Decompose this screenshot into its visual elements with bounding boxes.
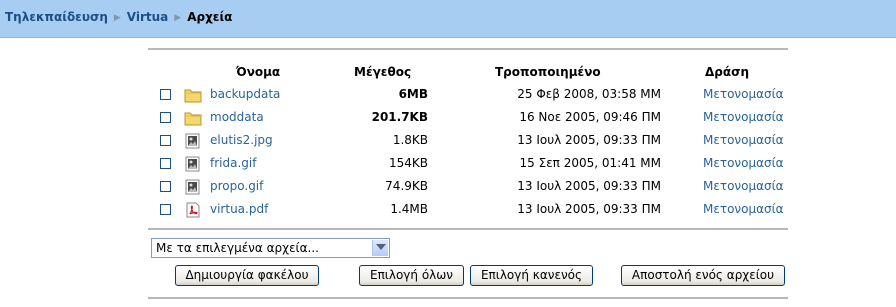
- image-file-icon: [184, 133, 202, 149]
- folder-icon: [184, 87, 202, 103]
- breadcrumb-separator-icon: ▶: [174, 13, 182, 23]
- chevron-down-icon[interactable]: [372, 240, 388, 256]
- bottom-divider: [148, 297, 788, 299]
- table-row: elutis2.jpg 1.8KB 13 Ιουλ 2005, 09:33 ΠΜ Με…: [0, 131, 896, 154]
- breadcrumb-link-site[interactable]: Τηλεκπαίδευση: [5, 10, 108, 24]
- upload-file-button[interactable]: Αποστολή ενός αρχείου: [621, 265, 785, 286]
- file-modified: 16 Νοε 2005, 09:46 ΠΜ: [519, 110, 661, 124]
- folder-icon: [184, 110, 202, 126]
- bottom-table-divider: [148, 228, 788, 230]
- file-name-link[interactable]: backupdata: [210, 87, 280, 101]
- column-header-name: Όνομα: [236, 65, 281, 79]
- table-row: moddata 201.7KB 16 Νοε 2005, 09:46 ΠΜ Μετον…: [0, 108, 896, 131]
- row-checkbox[interactable]: [160, 135, 171, 146]
- row-checkbox[interactable]: [160, 181, 171, 192]
- rename-link[interactable]: Μετονομασία: [703, 133, 784, 147]
- table-row: backupdata 6MB 25 Φεβ 2008, 03:58 ΜΜ Μετονο…: [0, 85, 896, 108]
- navigation-bar: Τηλεκπαίδευση ▶ Virtua ▶ Αρχεία: [0, 0, 896, 38]
- breadcrumb-current: Αρχεία: [187, 10, 233, 24]
- image-file-icon: [184, 156, 202, 172]
- table-row: frida.gif 154KB 15 Σεπ 2005, 01:41 ΜΜ Μετον…: [0, 154, 896, 177]
- table-row: propo.gif 74.9KB 13 Ιουλ 2005, 09:33 ΠΜ Μετ…: [0, 177, 896, 200]
- file-size: 1.4MB: [390, 202, 428, 216]
- breadcrumb-link-course[interactable]: Virtua: [127, 10, 168, 24]
- select-none-button[interactable]: Επιλογή κανενός: [470, 265, 593, 286]
- rename-link[interactable]: Μετονομασία: [703, 179, 784, 193]
- file-size: 74.9KB: [385, 179, 428, 193]
- file-modified: 13 Ιουλ 2005, 09:33 ΠΜ: [517, 133, 661, 147]
- file-modified: 13 Ιουλ 2005, 09:33 ΠΜ: [517, 202, 661, 216]
- pdf-file-icon: [184, 202, 202, 218]
- selected-files-action-select[interactable]: Με τα επιλεγμένα αρχεία...: [151, 238, 390, 258]
- select-value: Με τα επιλεγμένα αρχεία...: [156, 241, 319, 255]
- file-modified: 13 Ιουλ 2005, 09:33 ΠΜ: [517, 179, 661, 193]
- file-size: 154KB: [388, 156, 428, 170]
- file-modified: 25 Φεβ 2008, 03:58 ΜΜ: [517, 87, 661, 101]
- row-checkbox[interactable]: [160, 158, 171, 169]
- rename-link[interactable]: Μετονομασία: [703, 202, 784, 216]
- file-name-link[interactable]: propo.gif: [210, 179, 263, 193]
- row-checkbox[interactable]: [160, 89, 171, 100]
- file-modified: 15 Σεπ 2005, 01:41 ΜΜ: [519, 156, 661, 170]
- table-row: virtua.pdf 1.4MB 13 Ιουλ 2005, 09:33 ΠΜ Μετ…: [0, 200, 896, 223]
- breadcrumb: Τηλεκπαίδευση ▶ Virtua ▶ Αρχεία: [5, 10, 232, 24]
- create-folder-button[interactable]: Δημιουργία φακέλου: [175, 265, 319, 286]
- column-header-modified: Τροποποιημένο: [495, 65, 601, 79]
- file-size: 201.7KB: [371, 110, 428, 124]
- breadcrumb-separator-icon: ▶: [113, 13, 121, 23]
- select-all-button[interactable]: Επιλογή όλων: [359, 265, 464, 286]
- rename-link[interactable]: Μετονομασία: [703, 156, 784, 170]
- file-size: 1.8KB: [392, 133, 428, 147]
- column-header-size: Μέγεθος: [354, 65, 412, 79]
- top-divider: [148, 48, 788, 50]
- file-name-link[interactable]: elutis2.jpg: [210, 133, 273, 147]
- file-size: 6MB: [398, 87, 428, 101]
- rename-link[interactable]: Μετονομασία: [703, 110, 784, 124]
- row-checkbox[interactable]: [160, 204, 171, 215]
- file-name-link[interactable]: frida.gif: [210, 156, 256, 170]
- file-name-link[interactable]: virtua.pdf: [210, 202, 268, 216]
- file-name-link[interactable]: moddata: [210, 110, 264, 124]
- column-header-action: Δράση: [705, 65, 750, 79]
- row-checkbox[interactable]: [160, 112, 171, 123]
- image-file-icon: [184, 179, 202, 195]
- rename-link[interactable]: Μετονομασία: [703, 87, 784, 101]
